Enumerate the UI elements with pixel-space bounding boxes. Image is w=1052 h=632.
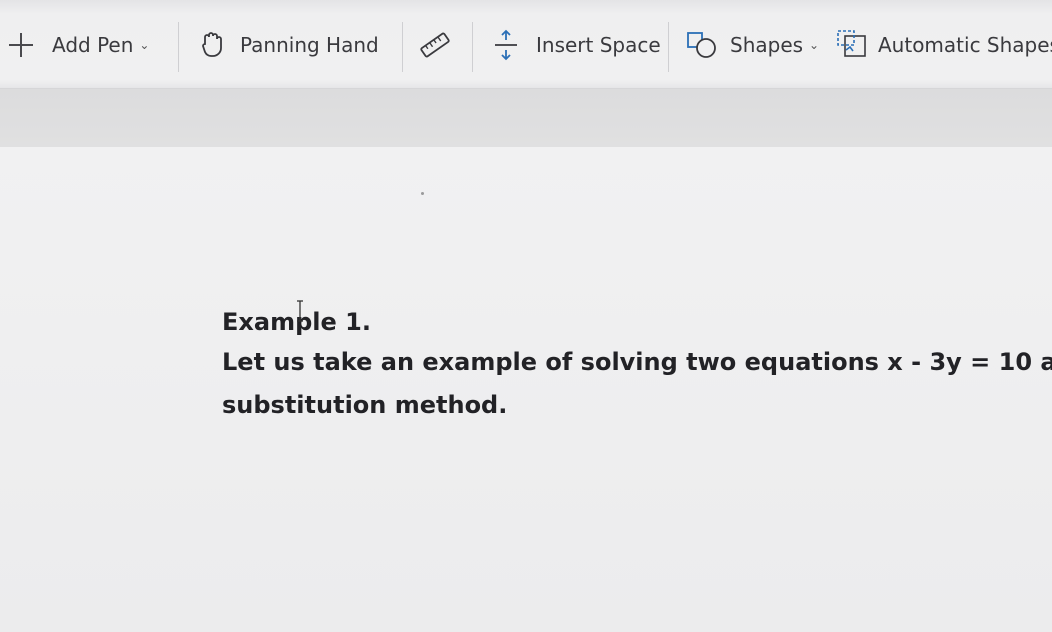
insert-space-icon	[492, 29, 520, 61]
example-heading[interactable]: Example 1.	[222, 305, 1052, 339]
note-line-2[interactable]: substitution method.	[222, 385, 1052, 425]
ruler-icon	[418, 30, 452, 60]
shapes-icon	[686, 29, 720, 61]
insert-space-label: Insert Space	[536, 33, 661, 57]
toolbar-divider	[402, 22, 403, 72]
text-cursor-icon	[297, 300, 303, 322]
note-outline[interactable]: Example 1. Let us take an example of sol…	[222, 305, 1052, 425]
add-pen-button[interactable]: Add Pen ⌄	[6, 26, 149, 64]
panning-hand-label: Panning Hand	[240, 33, 379, 57]
chevron-down-icon[interactable]: ⌄	[809, 38, 819, 52]
shapes-label: Shapes	[730, 33, 804, 57]
automatic-shapes-button[interactable]: Automatic Shapes	[836, 26, 1052, 64]
ribbon-shadow-band	[0, 89, 1052, 147]
insert-space-button[interactable]: Insert Space	[492, 26, 661, 64]
ruler-button[interactable]	[418, 26, 452, 64]
chevron-down-icon[interactable]: ⌄	[139, 38, 149, 52]
toolbar-divider	[178, 22, 179, 72]
automatic-shapes-label: Automatic Shapes	[878, 33, 1052, 57]
ink-dot	[421, 192, 424, 195]
draw-ribbon: Add Pen ⌄ Panning Hand Insert Space Shap…	[0, 0, 1052, 89]
note-line-1[interactable]: Let us take an example of solving two eq…	[222, 339, 1052, 385]
panning-hand-button[interactable]: Panning Hand	[200, 26, 379, 64]
hand-icon	[200, 30, 224, 60]
onenote-window: Add Pen ⌄ Panning Hand Insert Space Shap…	[0, 0, 1052, 632]
toolbar-divider	[472, 22, 473, 72]
add-pen-label: Add Pen	[52, 33, 134, 57]
toolbar-divider	[668, 22, 669, 72]
shapes-button[interactable]: Shapes ⌄	[686, 26, 819, 64]
automatic-shapes-icon	[836, 28, 868, 62]
plus-icon	[6, 30, 36, 60]
